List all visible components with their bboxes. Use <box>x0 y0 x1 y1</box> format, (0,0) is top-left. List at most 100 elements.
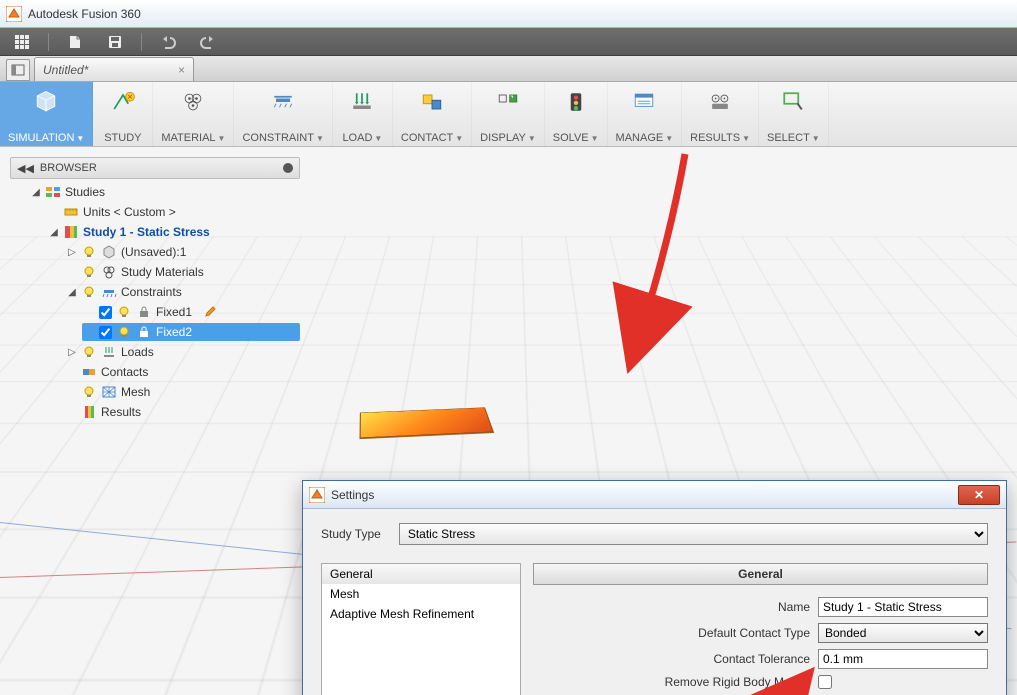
ribbon-solve[interactable]: SOLVE▼ <box>545 82 608 146</box>
ribbon-material[interactable]: MATERIAL▼ <box>153 82 234 146</box>
expand-toggle-icon[interactable]: ◢ <box>31 187 41 198</box>
field-label-contact-type: Default Contact Type <box>533 626 818 640</box>
settings-category-list: General Mesh Adaptive Mesh Refinement <box>321 563 521 695</box>
bulb-icon[interactable] <box>116 304 132 320</box>
ribbon-label: SIMULATION <box>8 132 74 144</box>
caret-down-icon: ▼ <box>218 134 226 143</box>
section-title: General <box>533 563 988 585</box>
material-icon <box>101 264 117 280</box>
browser-header[interactable]: ◀◀ BROWSER <box>10 157 300 179</box>
expand-toggle-icon[interactable]: ◢ <box>49 227 59 238</box>
tree-node-units[interactable]: ◢ Units < Custom > <box>46 203 300 221</box>
node-label: Results <box>101 405 141 419</box>
ribbon-label: CONTACT <box>401 132 453 144</box>
bulb-icon[interactable] <box>116 324 132 340</box>
category-mesh[interactable]: Mesh <box>322 584 520 604</box>
results-icon <box>81 404 97 420</box>
ribbon-toolbar: SIMULATION▼ STUDY MATERIAL▼ CONSTRAINT▼ … <box>0 82 1017 147</box>
node-label: Study Materials <box>121 265 204 279</box>
viewport[interactable]: ◀◀ BROWSER ◢ Studies ◢ Units < Cust <box>0 147 1017 695</box>
tree-node-studies[interactable]: ◢ Studies <box>28 183 300 201</box>
settings-dialog: Settings ✕ Study Type Static Stress Gene… <box>302 480 1007 695</box>
collapse-left-icon[interactable]: ◀◀ <box>17 162 34 175</box>
settings-form: General Name Default Contact Type Bonded… <box>533 563 988 695</box>
visibility-checkbox[interactable] <box>99 326 112 339</box>
workspace-switcher[interactable]: SIMULATION▼ <box>0 82 93 146</box>
ribbon-label: CONSTRAINT <box>242 132 314 144</box>
load-icon <box>101 344 117 360</box>
ribbon-contact[interactable]: CONTACT▼ <box>393 82 472 146</box>
visibility-checkbox[interactable] <box>99 306 112 319</box>
tree-node-mesh[interactable]: ▷ Mesh <box>64 383 300 401</box>
node-label: Loads <box>121 345 154 359</box>
panel-options-icon[interactable] <box>283 163 293 173</box>
bulb-icon[interactable] <box>81 284 97 300</box>
caret-down-icon: ▼ <box>812 134 820 143</box>
browser-title: BROWSER <box>40 162 97 174</box>
node-label: (Unsaved):1 <box>121 245 186 259</box>
ribbon-study[interactable]: STUDY <box>93 82 153 146</box>
ribbon-load[interactable]: LOAD▼ <box>333 82 393 146</box>
expand-toggle-icon[interactable]: ◢ <box>67 287 77 298</box>
bulb-icon[interactable] <box>81 384 97 400</box>
undo-button[interactable] <box>154 32 182 52</box>
caret-down-icon: ▼ <box>455 134 463 143</box>
ribbon-results[interactable]: RESULTS▼ <box>682 82 759 146</box>
ribbon-display[interactable]: DISPLAY▼ <box>472 82 545 146</box>
select-icon <box>779 86 807 118</box>
pencil-icon[interactable] <box>202 304 218 320</box>
tree-node-results[interactable]: ▷ Results <box>64 403 300 421</box>
tree-node-loads[interactable]: ▷ Loads <box>64 343 300 361</box>
tree-node-study1[interactable]: ◢ Study 1 - Static Stress <box>46 223 300 241</box>
tree-node-fixed1[interactable]: ▷ Fixed1 <box>82 303 300 321</box>
caret-down-icon: ▼ <box>665 134 673 143</box>
fusion-icon <box>6 6 22 22</box>
separator <box>141 33 142 51</box>
browser-panel: ◀◀ BROWSER ◢ Studies ◢ Units < Cust <box>10 157 300 423</box>
tree-node-constraints[interactable]: ◢ Constraints <box>64 283 300 301</box>
node-label: Fixed1 <box>156 305 192 319</box>
document-tab-bar: Untitled* × <box>0 56 1017 82</box>
grid-menu-button[interactable] <box>8 32 36 52</box>
ribbon-constraint[interactable]: CONSTRAINT▼ <box>234 82 332 146</box>
remove-rigid-body-modes-checkbox[interactable] <box>818 675 832 689</box>
dialog-close-button[interactable]: ✕ <box>958 485 1000 505</box>
bulb-icon[interactable] <box>81 244 97 260</box>
ribbon-manage[interactable]: MANAGE▼ <box>608 82 683 146</box>
component-icon <box>101 244 117 260</box>
contact-tolerance-input[interactable] <box>818 649 988 669</box>
document-tab[interactable]: Untitled* × <box>34 57 194 81</box>
caret-down-icon: ▼ <box>742 134 750 143</box>
expand-toggle-icon[interactable]: ▷ <box>67 347 77 358</box>
lock-icon <box>136 324 152 340</box>
ribbon-label: MANAGE <box>616 132 664 144</box>
ribbon-select[interactable]: SELECT▼ <box>759 82 829 146</box>
material-icon <box>179 86 207 118</box>
close-tab-icon[interactable]: × <box>178 63 185 77</box>
tree-node-unsaved[interactable]: ▷ (Unsaved):1 <box>64 243 300 261</box>
field-label-contact-tolerance: Contact Tolerance <box>533 652 818 666</box>
ribbon-label: SOLVE <box>553 132 589 144</box>
category-amr[interactable]: Adaptive Mesh Refinement <box>322 604 520 624</box>
caret-down-icon: ▼ <box>528 134 536 143</box>
node-label: Mesh <box>121 385 150 399</box>
constraint-icon <box>269 86 297 118</box>
save-button[interactable] <box>101 32 129 52</box>
redo-button[interactable] <box>194 32 222 52</box>
bulb-icon[interactable] <box>81 344 97 360</box>
field-label-rigid-modes: Remove Rigid Body Modes <box>533 675 818 689</box>
mesh-icon <box>101 384 117 400</box>
dialog-titlebar[interactable]: Settings ✕ <box>303 481 1006 509</box>
tree-node-contacts[interactable]: ▷ Contacts <box>64 363 300 381</box>
study-type-label: Study Type <box>321 527 381 541</box>
study-type-select[interactable]: Static Stress <box>399 523 988 545</box>
bulb-icon[interactable] <box>81 264 97 280</box>
tree-node-materials[interactable]: ▷ Study Materials <box>64 263 300 281</box>
expand-toggle-icon[interactable]: ▷ <box>67 247 77 258</box>
tree-node-fixed2[interactable]: ▷ Fixed2 <box>82 323 300 341</box>
file-menu-button[interactable] <box>61 32 89 52</box>
contact-type-select[interactable]: Bonded <box>818 623 988 643</box>
category-general[interactable]: General <box>322 564 520 584</box>
data-panel-toggle[interactable] <box>6 59 30 81</box>
study-name-input[interactable] <box>818 597 988 617</box>
